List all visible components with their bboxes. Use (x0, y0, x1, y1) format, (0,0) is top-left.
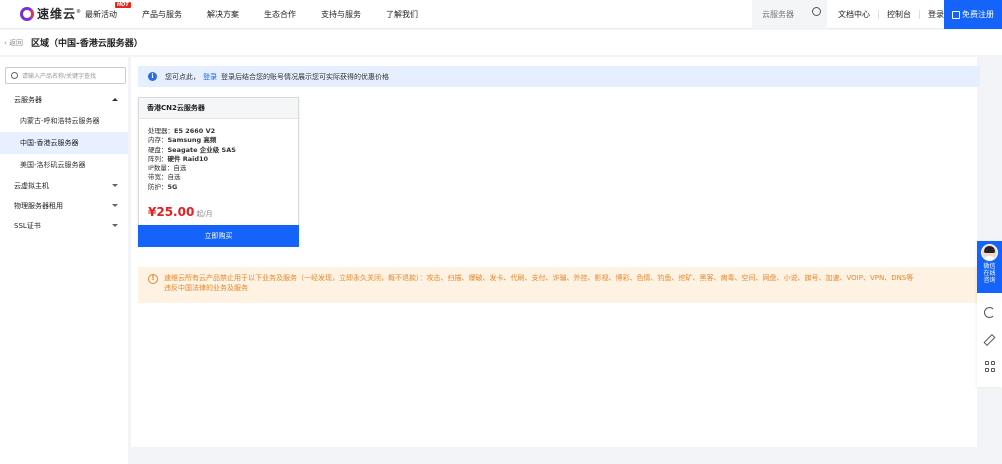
brand-logo[interactable]: 速维云® (20, 5, 82, 22)
nav-item-about[interactable]: 了解我们 (386, 9, 418, 20)
chevron-down-icon (112, 224, 118, 227)
warning-icon: ! (148, 274, 158, 284)
chevron-up-icon (112, 98, 118, 101)
docs-link[interactable]: 文档中心 (838, 10, 879, 19)
consult-label: 微信在线咨询 (983, 263, 996, 284)
price: ¥25.00 (148, 205, 195, 219)
search-icon (11, 72, 18, 79)
price-unit: 起/月 (196, 210, 213, 218)
usage-notice: ! 速维云所有云产品禁止用于以下业务及服务（一经发现，立即永久关闭，概不退款）：… (138, 267, 980, 303)
sidebar: 请输入产品名称/关键字查找 云服务器 内蒙古-呼和浩特云服务器 中国-香港云服务… (0, 57, 128, 464)
sidebar-group-physical-server[interactable]: 物理服务器租用 (0, 196, 128, 216)
sidebar-item-hongkong[interactable]: 中国-香港云服务器 (0, 132, 128, 154)
sidebar-group-virtual-host[interactable]: 云虚拟主机 (0, 176, 128, 196)
register-label: 免费注册 (962, 10, 994, 19)
free-register-button[interactable]: 免费注册 (944, 0, 1002, 29)
page-title: 区域（中国-香港云服务器） (31, 39, 143, 49)
top-navigation-bar: 速维云® 最新活动 HOT 产品与服务 解决方案 生态合作 支持与服务 了解我们… (0, 0, 1002, 29)
edit-icon[interactable] (984, 334, 995, 345)
price-row: ¥25.00 起/月 (148, 205, 213, 219)
nav-item-support[interactable]: 支持与服务 (321, 9, 361, 20)
search-placeholder: 云服务器 (762, 10, 794, 19)
sidebar-item-inner-mongolia[interactable]: 内蒙古-呼和浩特云服务器 (0, 110, 128, 132)
sidebar-item-los-angeles[interactable]: 美国-洛杉矶云服务器 (0, 154, 128, 176)
avatar (981, 244, 998, 261)
main-nav: 最新活动 HOT 产品与服务 解决方案 生态合作 支持与服务 了解我们 (85, 0, 443, 29)
search-icon[interactable] (812, 7, 821, 16)
console-link[interactable]: 控制台 (879, 10, 920, 19)
apps-grid-icon[interactable] (984, 361, 995, 372)
sidebar-search-placeholder: 请输入产品名称/关键字查找 (22, 73, 97, 80)
spec-bandwidth: 带宽：自选 (148, 173, 181, 182)
spec-protection: 防护：5G (148, 182, 178, 191)
spec-memory: 内存：Samsung 高频 (148, 136, 217, 145)
login-info-bar: i 您可点此， 登录 登录后结合您的账号情况展示您可实际获得的优惠价格 (138, 66, 980, 87)
chevron-down-icon (112, 204, 118, 207)
product-specs: 处理器：E5 2660 V2 内存：Samsung 高频 硬盘：Seagate … (139, 119, 298, 192)
sidebar-menu: 云服务器 内蒙古-呼和浩特云服务器 中国-香港云服务器 美国-洛杉矶云服务器 云… (0, 90, 128, 236)
notice-line-1: 速维云所有云产品禁止用于以下业务及服务（一经发现，立即永久关闭，概不退款）：攻击… (164, 274, 914, 282)
hot-badge: HOT (115, 2, 131, 8)
wechat-consult-button[interactable]: 微信在线咨询 (977, 241, 1002, 293)
sidebar-group-cloud-server[interactable]: 云服务器 (0, 90, 128, 110)
refresh-icon[interactable] (984, 307, 995, 318)
sidebar-search-input[interactable]: 请输入产品名称/关键字查找 (5, 67, 126, 84)
nav-item-products[interactable]: 产品与服务 (142, 9, 182, 20)
logo-icon (20, 6, 34, 21)
spec-raid: 阵列：硬件 Raid10 (148, 154, 209, 163)
product-card: 香港CN2云服务器 处理器：E5 2660 V2 内存：Samsung 高频 硬… (138, 97, 299, 247)
product-title: 香港CN2云服务器 (139, 98, 298, 119)
breadcrumb: ‹ 返回 区域（中国-香港云服务器） (0, 30, 1002, 55)
info-login-link[interactable]: 登录 (203, 72, 217, 82)
main-content: i 您可点此， 登录 登录后结合您的账号情况展示您可实际获得的优惠价格 香港CN… (131, 57, 980, 447)
register-icon (952, 10, 960, 19)
info-suffix: 登录后结合您的账号情况展示您可实际获得的优惠价格 (221, 72, 389, 81)
back-link[interactable]: ‹ 返回 (4, 38, 23, 48)
brand-name: 速维云® (37, 7, 83, 21)
header-search-input[interactable]: 云服务器 (752, 0, 827, 29)
info-icon: i (148, 72, 157, 81)
nav-item-ecosystem[interactable]: 生态合作 (264, 9, 296, 20)
info-prefix: 您可点此， (165, 72, 200, 81)
floating-toolbar: 微信在线咨询 (977, 241, 1002, 387)
chevron-down-icon (112, 184, 118, 187)
buy-now-button[interactable]: 立即购买 (138, 225, 299, 247)
spec-cpu: 处理器：E5 2660 V2 (148, 127, 216, 135)
notice-line-2: 违反中国法律的业务及服务 (164, 283, 248, 292)
sidebar-group-ssl[interactable]: SSL证书 (0, 216, 128, 236)
nav-item-solutions[interactable]: 解决方案 (207, 9, 239, 20)
spec-disk: 硬盘：Seagate 企业级 SAS (148, 145, 236, 154)
header-links: 文档中心 控制台 登录 (838, 0, 952, 29)
nav-item-latest-activity[interactable]: 最新活动 HOT (85, 2, 131, 20)
